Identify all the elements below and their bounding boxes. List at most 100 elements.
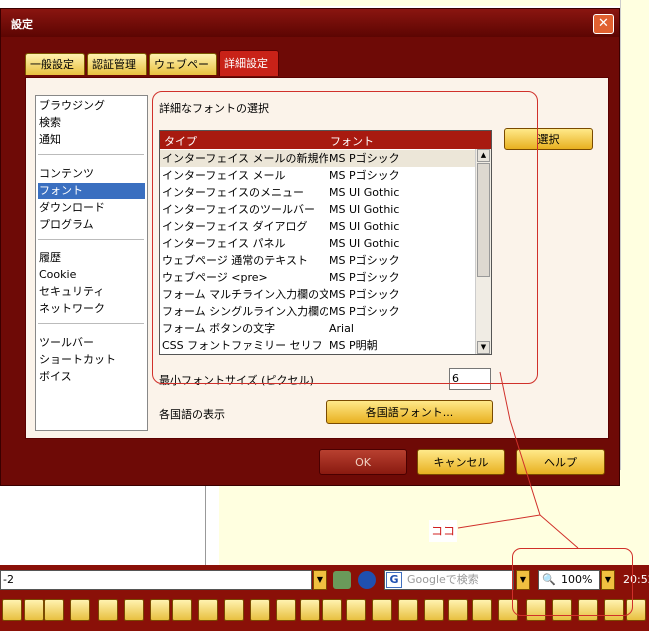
category-shortcut[interactable]: ショートカット xyxy=(38,352,145,368)
category-cookie[interactable]: Cookie xyxy=(38,267,145,283)
dialog-titlebar[interactable]: 設定 ✕ xyxy=(1,9,619,37)
category-font[interactable]: フォント xyxy=(38,183,145,199)
min-font-size-input[interactable]: 6 xyxy=(449,368,491,390)
taskbar-button[interactable] xyxy=(604,599,624,621)
category-network[interactable]: ネットワーク xyxy=(38,301,145,317)
font-name-cell: MS Pゴシック xyxy=(329,152,400,165)
taskbar-button[interactable] xyxy=(398,599,418,621)
google-icon: G xyxy=(386,572,402,588)
font-table-row[interactable]: フォーム マルチライン入力欄の文字 MS Pゴシック xyxy=(160,286,476,303)
tab-webpage[interactable]: ウェブページ xyxy=(149,53,217,93)
category-history[interactable]: 履歴 xyxy=(38,250,145,266)
font-table-row[interactable]: ウェブページ <pre> MS Pゴシック xyxy=(160,269,476,286)
font-name-cell: MS Pゴシック xyxy=(329,288,400,301)
tab-advanced[interactable]: 詳細設定 xyxy=(219,50,279,76)
taskbar-button[interactable] xyxy=(44,599,64,621)
category-content[interactable]: コンテンツ xyxy=(38,166,145,182)
font-table-row[interactable]: インターフェイス メール MS Pゴシック xyxy=(160,167,476,184)
taskbar-button[interactable] xyxy=(124,599,144,621)
taskbar-button[interactable] xyxy=(322,599,342,621)
address-field[interactable]: -2 xyxy=(0,570,312,590)
taskbar-button[interactable] xyxy=(472,599,492,621)
category-divider xyxy=(38,154,144,155)
taskbar xyxy=(0,595,649,631)
font-table-row[interactable]: フォーム ボタンの文字 Arial xyxy=(160,320,476,337)
taskbar-button[interactable] xyxy=(346,599,366,621)
zoom-select[interactable]: 🔍 100% xyxy=(538,570,600,590)
font-table-row[interactable]: インターフェイス パネル MS UI Gothic xyxy=(160,235,476,252)
taskbar-button[interactable] xyxy=(578,599,598,621)
font-table-row[interactable]: フォーム シングルライン入力欄の… MS Pゴシック xyxy=(160,303,476,320)
font-table-row[interactable]: インターフェイスのツールバー MS UI Gothic xyxy=(160,201,476,218)
taskbar-button[interactable] xyxy=(276,599,296,621)
category-download[interactable]: ダウンロード xyxy=(38,200,145,216)
font-type-cell: インターフェイス ダイアログ xyxy=(162,220,308,233)
scroll-down-arrow-icon[interactable]: ▼ xyxy=(477,341,490,354)
font-type-cell: インターフェイスのツールバー xyxy=(162,203,316,216)
cancel-button[interactable]: キャンセル xyxy=(417,449,505,475)
category-voice[interactable]: ボイス xyxy=(38,369,145,385)
zoom-value: 100% xyxy=(561,573,593,586)
select-font-button[interactable]: 選択 xyxy=(504,128,593,150)
zoom-dropdown-icon[interactable]: ▼ xyxy=(601,570,615,590)
taskbar-button[interactable] xyxy=(526,599,546,621)
scroll-up-arrow-icon[interactable]: ▲ xyxy=(477,149,490,162)
category-toolbar[interactable]: ツールバー xyxy=(38,335,145,351)
font-table-row[interactable]: インターフェイスのメニュー MS UI Gothic xyxy=(160,184,476,201)
taskbar-button[interactable] xyxy=(198,599,218,621)
font-section-title: 詳細なフォントの選択 xyxy=(159,102,269,115)
font-type-cell: CSS フォントファミリー セリフ xyxy=(162,339,323,352)
help-button[interactable]: ヘルプ xyxy=(516,449,605,475)
taskbar-button[interactable] xyxy=(172,599,192,621)
category-search[interactable]: 検索 xyxy=(38,115,145,131)
magnifier-icon: 🔍 xyxy=(542,573,556,586)
font-type-cell: ウェブページ 通常のテキスト xyxy=(162,254,308,267)
category-notify[interactable]: 通知 xyxy=(38,132,145,148)
category-divider xyxy=(38,323,144,324)
taskbar-button[interactable] xyxy=(2,599,22,621)
scroll-thumb[interactable] xyxy=(477,163,490,277)
font-name-cell: MS Pゴシック xyxy=(329,254,400,267)
settings-panel: ブラウジング 検索 通知 コンテンツ フォント ダウンロード プログラム 履歴 … xyxy=(25,77,609,439)
taskbar-button[interactable] xyxy=(98,599,118,621)
font-type-cell: フォーム ボタンの文字 xyxy=(162,322,276,335)
font-table-row[interactable]: インターフェイス ダイアログ MS UI Gothic xyxy=(160,218,476,235)
column-header-type[interactable]: タイプ xyxy=(164,133,197,149)
taskbar-button[interactable] xyxy=(250,599,270,621)
vertical-scrollbar[interactable]: ▲ ▼ xyxy=(475,149,491,354)
category-browsing[interactable]: ブラウジング xyxy=(38,98,145,114)
taskbar-button[interactable] xyxy=(300,599,320,621)
background-right-column xyxy=(620,0,649,470)
font-table-row[interactable]: インターフェイス メールの新規作成 MS Pゴシック xyxy=(160,150,476,167)
category-program[interactable]: プログラム xyxy=(38,217,145,233)
tab-general[interactable]: 一般設定 xyxy=(25,53,85,75)
taskbar-button[interactable] xyxy=(552,599,572,621)
font-table-row[interactable]: CSS フォントファミリー セリフ MS P明朝 xyxy=(160,337,476,354)
tab-auth[interactable]: 認証管理 xyxy=(87,53,147,75)
font-table-row[interactable]: ウェブページ 通常のテキスト MS Pゴシック xyxy=(160,252,476,269)
status-tool-icon[interactable] xyxy=(333,571,351,589)
address-dropdown-icon[interactable]: ▼ xyxy=(313,570,327,590)
taskbar-button[interactable] xyxy=(498,599,518,621)
taskbar-button[interactable] xyxy=(70,599,90,621)
ok-button[interactable]: OK xyxy=(319,449,407,475)
taskbar-button[interactable] xyxy=(372,599,392,621)
font-name-cell: MS P明朝 xyxy=(329,339,378,352)
column-header-font[interactable]: フォント xyxy=(330,133,374,149)
status-security-icon[interactable] xyxy=(358,571,376,589)
taskbar-button[interactable] xyxy=(626,599,646,621)
close-button[interactable]: ✕ xyxy=(593,14,614,34)
taskbar-button[interactable] xyxy=(24,599,44,621)
taskbar-button[interactable] xyxy=(150,599,170,621)
dialog-title: 設定 xyxy=(11,18,33,31)
category-security[interactable]: セキュリティ xyxy=(38,284,145,300)
search-dropdown-icon[interactable]: ▼ xyxy=(516,570,530,590)
font-name-cell: MS Pゴシック xyxy=(329,305,400,318)
font-type-cell: インターフェイス パネル xyxy=(162,237,286,250)
taskbar-button[interactable] xyxy=(424,599,444,621)
taskbar-button[interactable] xyxy=(448,599,468,621)
language-fonts-button[interactable]: 各国語フォント... xyxy=(326,400,493,424)
font-type-cell: フォーム マルチライン入力欄の文字 xyxy=(162,288,328,301)
search-input[interactable]: G Googleで検索 xyxy=(384,570,514,590)
taskbar-button[interactable] xyxy=(224,599,244,621)
